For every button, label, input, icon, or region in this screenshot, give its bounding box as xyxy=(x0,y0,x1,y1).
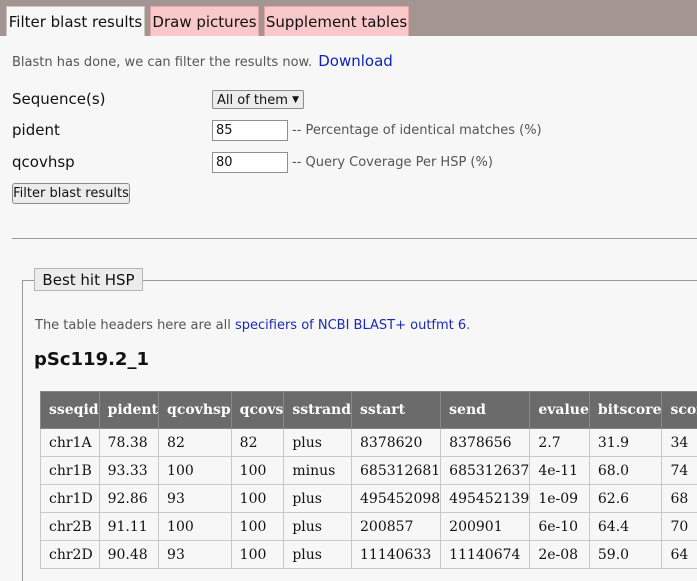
table-cell-evalue: 6e-10 xyxy=(530,513,590,541)
table-cell-score: 70 xyxy=(662,513,697,541)
table-cell-pident: 78.38 xyxy=(99,429,158,457)
pident-hint: -- Percentage of identical matches (%) xyxy=(292,123,542,138)
table-cell-bitscore: 68.0 xyxy=(589,457,662,485)
table-note: The table headers here are all specifier… xyxy=(35,318,470,333)
table-header-row: sseqidpidentqcovhspqcovssstrandsstartsen… xyxy=(41,392,697,429)
table-cell-bitscore: 62.6 xyxy=(589,485,662,513)
table-cell-sstrand: plus xyxy=(284,429,352,457)
table-row: chr2D90.4893100plus11140633111406742e-08… xyxy=(41,541,697,569)
table-cell-qcovs: 100 xyxy=(231,457,284,485)
table-cell-score: 64 xyxy=(662,541,697,569)
table-cell-qcovhsp: 93 xyxy=(159,485,232,513)
column-header-pident: pident xyxy=(99,392,158,429)
table-cell-qcovs: 100 xyxy=(231,513,284,541)
table-cell-pident: 91.11 xyxy=(99,513,158,541)
table-cell-send: 11140674 xyxy=(441,541,530,569)
table-cell-pident: 93.33 xyxy=(99,457,158,485)
qcovhsp-label: qcovhsp xyxy=(12,153,75,171)
tab-supplement-tables[interactable]: Supplement tables xyxy=(264,6,409,36)
table-cell-evalue: 2e-08 xyxy=(530,541,590,569)
hsp-table: sseqidpidentqcovhspqcovssstrandsstartsen… xyxy=(40,391,697,569)
table-row: chr1A78.388282plus837862083786562.731.93… xyxy=(41,429,697,457)
sequence-select-value: All of them xyxy=(217,93,288,108)
column-header-sstart: sstart xyxy=(352,392,441,429)
table-cell-qcovs: 100 xyxy=(231,541,284,569)
column-header-score: score xyxy=(662,392,697,429)
table-cell-qcovhsp: 82 xyxy=(159,429,232,457)
table-cell-sstart: 200857 xyxy=(352,513,441,541)
column-header-qcovs: qcovs xyxy=(231,392,284,429)
table-cell-sseqid: chr1D xyxy=(41,485,100,513)
table-cell-score: 74 xyxy=(662,457,697,485)
intro-message: Blastn has done, we can filter the resul… xyxy=(12,55,312,70)
table-cell-send: 495452139 xyxy=(441,485,530,513)
filter-blast-results-button[interactable]: Filter blast results xyxy=(12,183,130,204)
table-cell-bitscore: 31.9 xyxy=(589,429,662,457)
outfmt-specifiers-link[interactable]: specifiers of NCBI BLAST+ outfmt 6 xyxy=(235,318,466,333)
table-cell-pident: 92.86 xyxy=(99,485,158,513)
column-header-send: send xyxy=(441,392,530,429)
table-cell-score: 68 xyxy=(662,485,697,513)
column-header-sstrand: sstrand xyxy=(284,392,352,429)
download-link[interactable]: Download xyxy=(318,52,393,70)
table-cell-sstart: 495452098 xyxy=(352,485,441,513)
table-cell-send: 685312637 xyxy=(441,457,530,485)
table-note-suffix: . xyxy=(466,318,470,333)
intro-text: Blastn has done, we can filter the resul… xyxy=(12,52,393,70)
column-header-evalue: evalue xyxy=(530,392,590,429)
table-cell-sstrand: plus xyxy=(284,541,352,569)
table-cell-sstrand: minus xyxy=(284,457,352,485)
table-cell-qcovs: 82 xyxy=(231,429,284,457)
table-cell-score: 34 xyxy=(662,429,697,457)
column-header-qcovhsp: qcovhsp xyxy=(159,392,232,429)
table-cell-sstart: 685312681 xyxy=(352,457,441,485)
table-cell-pident: 90.48 xyxy=(99,541,158,569)
table-cell-send: 8378656 xyxy=(441,429,530,457)
table-cell-sstart: 8378620 xyxy=(352,429,441,457)
table-cell-qcovhsp: 93 xyxy=(159,541,232,569)
table-cell-sseqid: chr1A xyxy=(41,429,100,457)
table-cell-sseqid: chr1B xyxy=(41,457,100,485)
sequence-label: Sequence(s) xyxy=(12,90,106,108)
table-cell-sstrand: plus xyxy=(284,485,352,513)
sequence-select[interactable]: All of them ▼ xyxy=(212,90,304,109)
divider xyxy=(12,238,697,239)
tab-draw-pictures[interactable]: Draw pictures xyxy=(150,6,259,36)
table-cell-evalue: 4e-11 xyxy=(530,457,590,485)
table-cell-sseqid: chr2D xyxy=(41,541,100,569)
best-hit-legend: Best hit HSP xyxy=(34,268,143,291)
column-header-bitscore: bitscore xyxy=(589,392,662,429)
tab-filter-blast-results[interactable]: Filter blast results xyxy=(6,6,145,36)
dropdown-arrow-icon: ▼ xyxy=(292,91,299,110)
table-cell-qcovhsp: 100 xyxy=(159,457,232,485)
table-cell-sstart: 11140633 xyxy=(352,541,441,569)
table-cell-bitscore: 59.0 xyxy=(589,541,662,569)
table-cell-qcovs: 100 xyxy=(231,485,284,513)
sequence-name: pSc119.2_1 xyxy=(34,349,149,370)
table-cell-send: 200901 xyxy=(441,513,530,541)
table-row: chr1B93.33100100minus6853126816853126374… xyxy=(41,457,697,485)
table-cell-sseqid: chr2B xyxy=(41,513,100,541)
table-cell-sstrand: plus xyxy=(284,513,352,541)
table-cell-qcovhsp: 100 xyxy=(159,513,232,541)
qcovhsp-hint: -- Query Coverage Per HSP (%) xyxy=(292,155,493,170)
table-cell-evalue: 1e-09 xyxy=(530,485,590,513)
pident-label: pident xyxy=(12,121,60,139)
table-cell-evalue: 2.7 xyxy=(530,429,590,457)
table-row: chr1D92.8693100plus4954520984954521391e-… xyxy=(41,485,697,513)
column-header-sseqid: sseqid xyxy=(41,392,100,429)
table-cell-bitscore: 64.4 xyxy=(589,513,662,541)
qcovhsp-input[interactable]: 80 xyxy=(212,152,288,173)
table-note-prefix: The table headers here are all xyxy=(35,318,235,333)
pident-input[interactable]: 85 xyxy=(212,120,288,141)
table-row: chr2B91.11100100plus2008572009016e-1064.… xyxy=(41,513,697,541)
